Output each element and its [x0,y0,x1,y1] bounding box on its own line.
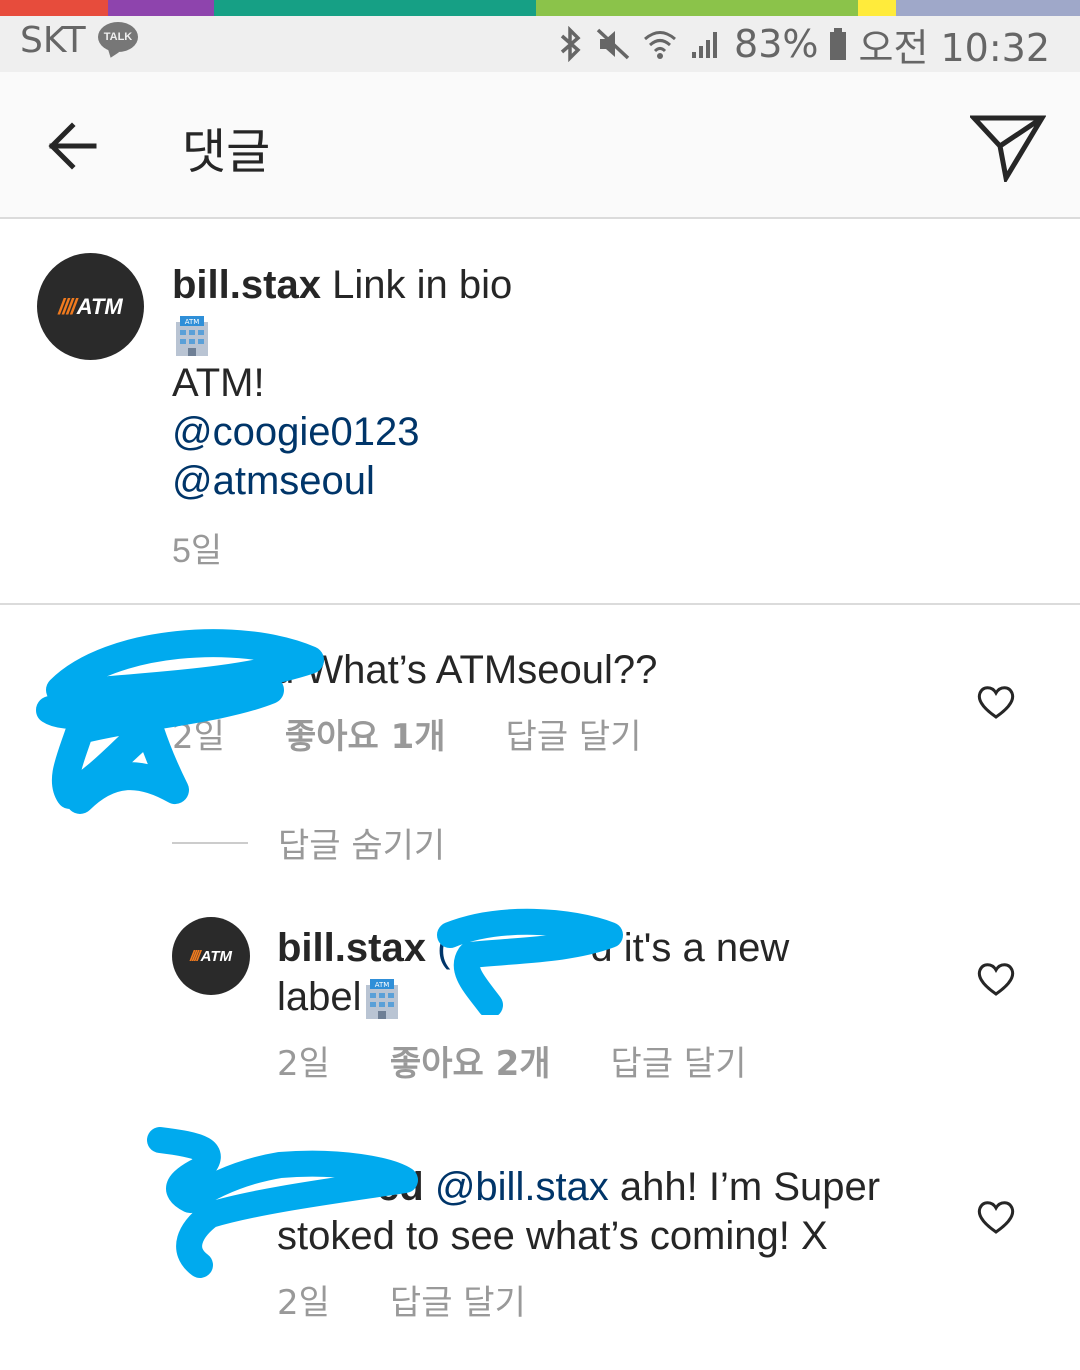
kakao-talk-icon: TALK [98,22,138,52]
reply-username[interactable]: bill.stax [277,926,426,970]
avatar[interactable]: ////ATM [37,253,144,360]
atm-building-emoji-icon: ATM [176,316,208,357]
arrow-left-icon[interactable] [40,114,104,178]
reply-item: bill.stax ( d it's a new label ATM 2일 좋아요… [277,924,789,1085]
heart-icon[interactable] [976,684,1016,720]
reply-text-label: label [277,975,362,1019]
strip-segment [214,0,536,16]
avatar-logo-text: ATM [200,947,233,965]
strip-segment [536,0,858,16]
top-color-strip [0,0,1080,16]
comment-text: d What’s ATMseoul?? [272,648,658,692]
atm-building-emoji-icon: ATM [365,979,398,1020]
status-time: 오전 10:32 [858,25,1050,70]
caption-text: bill.stax Link in bio ATM ATM! @coogie01… [172,261,512,506]
hide-replies-label: 답글 숨기기 [278,826,446,866]
reply-text-line2: stoked to see what’s coming! X [277,1214,828,1258]
reply-text: ahh! I’m Super [619,1165,881,1209]
caption-username[interactable]: bill.stax [172,263,321,307]
reply-username[interactable]: ed [377,1165,424,1209]
signal-icon [692,32,718,58]
battery-percent: 83% [734,22,819,66]
post-caption: ////ATM bill.stax Link in bio ATM ATM! @… [0,217,1080,605]
mute-icon [596,28,630,60]
like-count[interactable]: 좋아요 1개 [285,709,446,758]
page-title: 댓글 [182,124,271,180]
hide-replies-button[interactable]: 답글 숨기기 [172,818,445,867]
strip-segment [896,0,1080,16]
comment-timestamp: 2일 [277,1283,330,1323]
atm-logo-bars-icon: //// [189,947,201,965]
status-bar: SKT TALK 83% 오전 10:32 [0,16,1080,72]
reply-button[interactable]: 답글 달기 [611,1036,747,1085]
comment-text: ed @bill.stax ahh! I’m Super [277,1163,880,1212]
caption-timestamp: 5일 [172,532,223,570]
svg-text:ATM: ATM [374,981,389,989]
strip-segment [858,0,896,16]
caption-first-line: Link in bio [332,263,513,307]
comment-text: bill.stax ( d it's a new [277,924,789,973]
comment-timestamp: 2일 [172,717,225,757]
carrier-name: SKT [20,20,86,61]
comment-text-line2: label ATM [277,973,789,1022]
wifi-icon [644,31,676,59]
mention-link[interactable]: @coogie0123 [172,408,512,457]
bluetooth-icon [560,26,581,62]
avatar-logo-text: ATM [76,293,123,319]
heart-icon[interactable] [976,961,1016,997]
comment-item: d What’s ATMseoul?? 2일 좋아요 1개 답글 달기 [172,646,657,758]
reply-text: d it's a new [590,926,790,970]
avatar[interactable]: ////ATM [172,917,250,995]
svg-text:ATM: ATM [185,318,200,326]
app-header: 댓글 [0,72,1080,219]
strip-segment [108,0,214,16]
mention-link[interactable]: @bill.stax [435,1165,609,1209]
reply-button[interactable]: 답글 달기 [506,709,642,758]
mention-link[interactable]: @atmseoul [172,457,512,506]
battery-icon [830,28,847,60]
divider-line [172,841,248,844]
reply-item: ed @bill.stax ahh! I’m Super stoked to s… [277,1163,880,1324]
comment-timestamp: 2일 [277,1044,330,1084]
mention-link[interactable]: ( [437,926,450,970]
caption-line-atm: ATM! [172,361,265,405]
paper-plane-icon[interactable] [970,112,1046,182]
reply-button[interactable]: 답글 달기 [390,1275,526,1324]
heart-icon[interactable] [976,1199,1016,1235]
atm-logo-bars-icon: //// [58,293,77,319]
strip-segment [0,0,108,16]
like-count[interactable]: 좋아요 2개 [390,1036,551,1085]
